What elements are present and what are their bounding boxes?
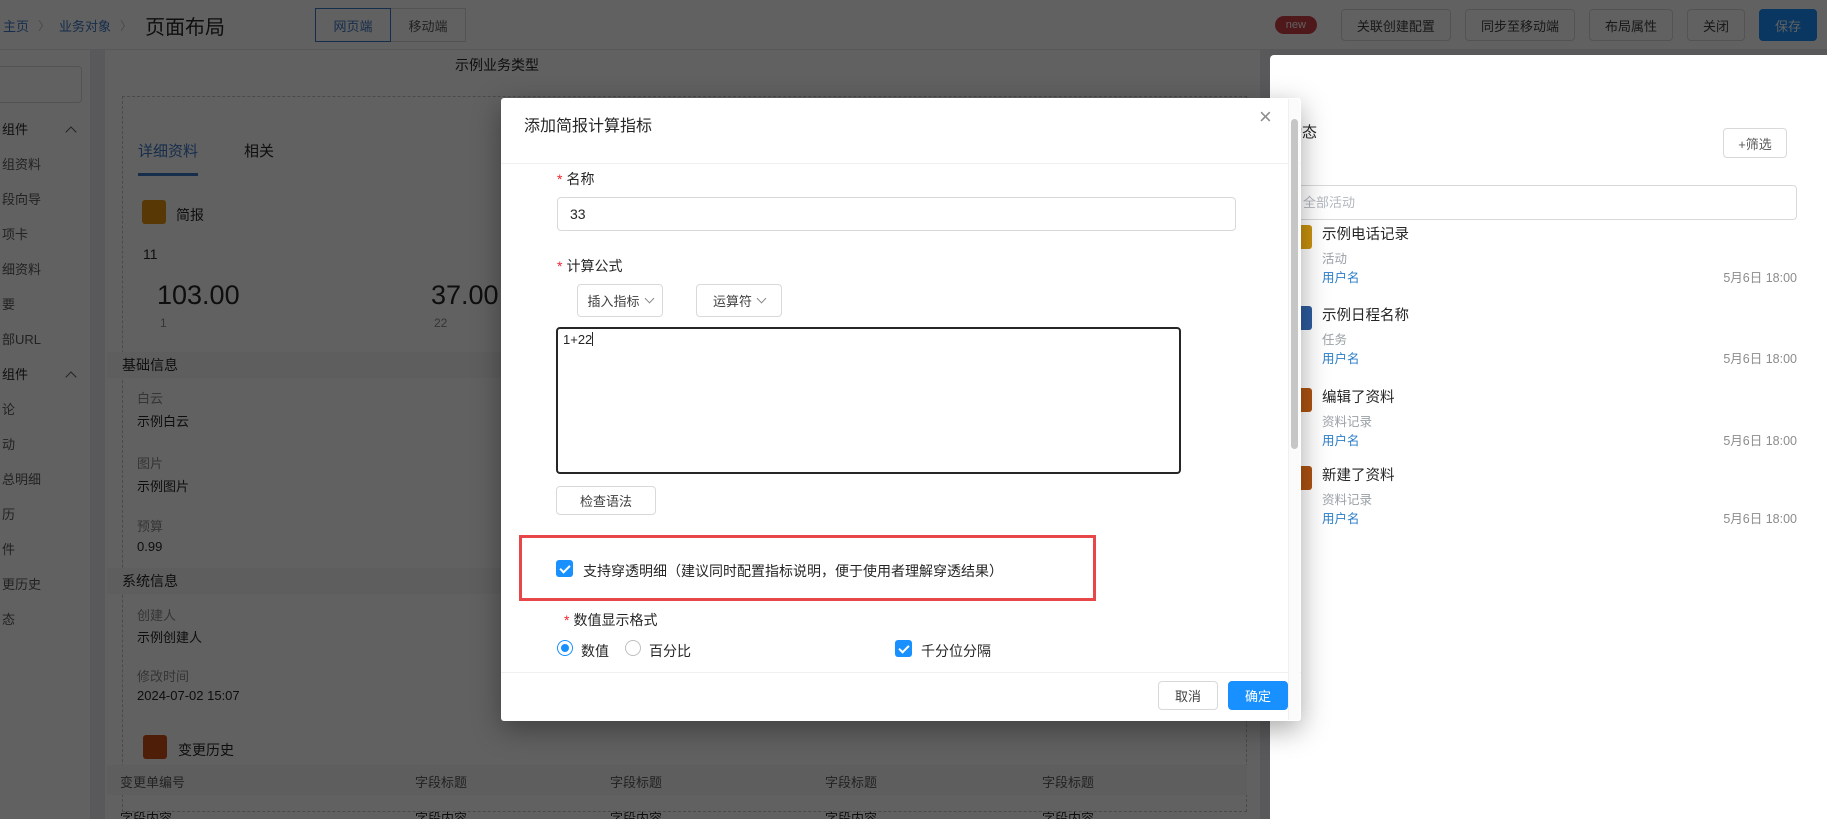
feed-item-user-link[interactable]: 用户名 bbox=[1322, 267, 1360, 286]
check-syntax-button[interactable]: 检查语法 bbox=[556, 486, 656, 515]
feed-item-type: 活动 bbox=[1322, 248, 1347, 267]
formula-textarea[interactable]: 1+22 bbox=[556, 327, 1181, 474]
text-cursor bbox=[592, 332, 593, 346]
insert-metric-dropdown[interactable]: 插入指标 bbox=[577, 284, 663, 317]
feed-item-time: 5月6日 18:00 bbox=[1723, 348, 1797, 367]
dialog-header-divider bbox=[501, 163, 1301, 164]
required-asterisk: * bbox=[557, 258, 562, 274]
name-label: *名称 bbox=[557, 169, 594, 189]
feed-item-title: 示例日程名称 bbox=[1322, 304, 1409, 325]
radio-percent-label: 百分比 bbox=[649, 641, 691, 661]
drill-through-label: 支持穿透明细（建议同时配置指标说明，便于使用者理解穿透结果） bbox=[583, 561, 1003, 581]
chevron-down-icon bbox=[757, 294, 767, 304]
feed-search-input[interactable] bbox=[1290, 185, 1797, 220]
feed-panel: 动态 +筛选 示例电话记录 活动 用户名 5月6日 18:00 示例日程名称 任… bbox=[1270, 55, 1827, 819]
dialog-title: 添加简报计算指标 bbox=[524, 112, 652, 136]
filter-button[interactable]: +筛选 bbox=[1723, 128, 1787, 158]
feed-item-user-link[interactable]: 用户名 bbox=[1322, 508, 1360, 527]
radio-numeric-label: 数值 bbox=[581, 641, 609, 661]
radio-numeric[interactable] bbox=[557, 640, 573, 656]
add-briefing-metric-dialog: 添加简报计算指标 × *名称 *计算公式 插入指标 运算符 1+22 检查语法 … bbox=[501, 98, 1301, 721]
feed-item-schedule[interactable]: 示例日程名称 任务 用户名 5月6日 18:00 bbox=[1270, 304, 1827, 368]
feed-item-time: 5月6日 18:00 bbox=[1723, 508, 1797, 527]
cancel-button[interactable]: 取消 bbox=[1158, 681, 1218, 710]
dialog-footer-divider bbox=[501, 672, 1301, 673]
formula-label: *计算公式 bbox=[557, 256, 622, 276]
feed-item-time: 5月6日 18:00 bbox=[1723, 267, 1797, 286]
chevron-down-icon bbox=[644, 294, 654, 304]
name-input[interactable] bbox=[557, 197, 1236, 231]
required-asterisk: * bbox=[564, 612, 569, 628]
number-format-label: *数值显示格式 bbox=[564, 610, 657, 630]
thousand-separator-label: 千分位分隔 bbox=[921, 641, 991, 661]
required-asterisk: * bbox=[557, 171, 562, 187]
feed-item-type: 任务 bbox=[1322, 329, 1347, 348]
close-icon[interactable]: × bbox=[1259, 106, 1272, 128]
feed-item-title: 编辑了资料 bbox=[1322, 386, 1395, 407]
thousand-separator-checkbox[interactable] bbox=[895, 640, 912, 657]
radio-percent[interactable] bbox=[625, 640, 641, 656]
feed-item-type: 资料记录 bbox=[1322, 411, 1372, 430]
feed-item-call-record[interactable]: 示例电话记录 活动 用户名 5月6日 18:00 bbox=[1270, 223, 1827, 287]
feed-item-title: 示例电话记录 bbox=[1322, 223, 1409, 244]
scrollbar-thumb[interactable] bbox=[1291, 119, 1298, 449]
confirm-button[interactable]: 确定 bbox=[1228, 681, 1288, 710]
feed-item-user-link[interactable]: 用户名 bbox=[1322, 430, 1360, 449]
drill-through-checkbox[interactable] bbox=[556, 560, 573, 577]
feed-item-title: 新建了资料 bbox=[1322, 464, 1395, 485]
feed-item-edited-record[interactable]: 编辑了资料 资料记录 用户名 5月6日 18:00 bbox=[1270, 386, 1827, 450]
feed-item-time: 5月6日 18:00 bbox=[1723, 430, 1797, 449]
feed-item-type: 资料记录 bbox=[1322, 489, 1372, 508]
operator-dropdown[interactable]: 运算符 bbox=[696, 284, 782, 317]
feed-item-created-record[interactable]: 新建了资料 资料记录 用户名 5月6日 18:00 bbox=[1270, 464, 1827, 528]
feed-item-user-link[interactable]: 用户名 bbox=[1322, 348, 1360, 367]
page-layout-designer: 主页 〉 业务对象 〉 页面布局 网页端 移动端 new 关联创建配置 同步至移… bbox=[0, 0, 1827, 819]
modal-scrollbar[interactable] bbox=[1288, 99, 1300, 720]
